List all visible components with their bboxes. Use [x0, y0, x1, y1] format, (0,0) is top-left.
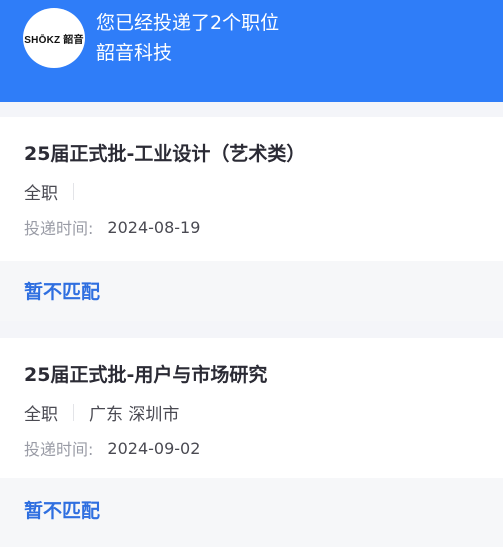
company-name: 韶音科技 — [96, 42, 173, 64]
application-time: 投递时间: 2024-09-02 — [24, 436, 200, 460]
application-card[interactable]: 25届正式批-用户与市场研究 全职 广东 深圳市 投递时间: 2024-09-0… — [0, 338, 503, 547]
job-type: 全职 — [24, 183, 58, 204]
job-title[interactable]: 25届正式批-工业设计（艺术类） — [24, 141, 305, 167]
status-label: 暂不匹配 — [24, 281, 101, 303]
application-time: 投递时间: 2024-08-19 — [24, 215, 200, 239]
time-label: 投递时间: — [24, 219, 94, 238]
status-label: 暂不匹配 — [24, 500, 101, 522]
job-meta: 全职 广东 深圳市 — [24, 400, 180, 425]
company-logo: SHŌKZ 韶音 — [23, 8, 85, 68]
job-meta: 全职 — [24, 179, 89, 204]
applied-count-text: 您已经投递了2个职位 — [96, 12, 280, 34]
meta-divider — [73, 403, 74, 421]
application-card[interactable]: 25届正式批-工业设计（艺术类） 全职 投递时间: 2024-08-19 暂不匹… — [0, 117, 503, 321]
job-location: 广东 深圳市 — [89, 404, 180, 425]
meta-divider — [73, 182, 74, 200]
status-bar: 暂不匹配 — [0, 478, 503, 547]
job-title[interactable]: 25届正式批-用户与市场研究 — [24, 362, 267, 388]
time-value: 2024-09-02 — [107, 438, 201, 458]
company-logo-text: SHŌKZ 韶音 — [24, 34, 84, 46]
time-value: 2024-08-19 — [107, 217, 201, 237]
time-label: 投递时间: — [24, 440, 94, 459]
application-summary-header: SHŌKZ 韶音 您已经投递了2个职位 韶音科技 — [0, 0, 503, 102]
job-type: 全职 — [24, 404, 58, 425]
status-bar: 暂不匹配 — [0, 261, 503, 321]
